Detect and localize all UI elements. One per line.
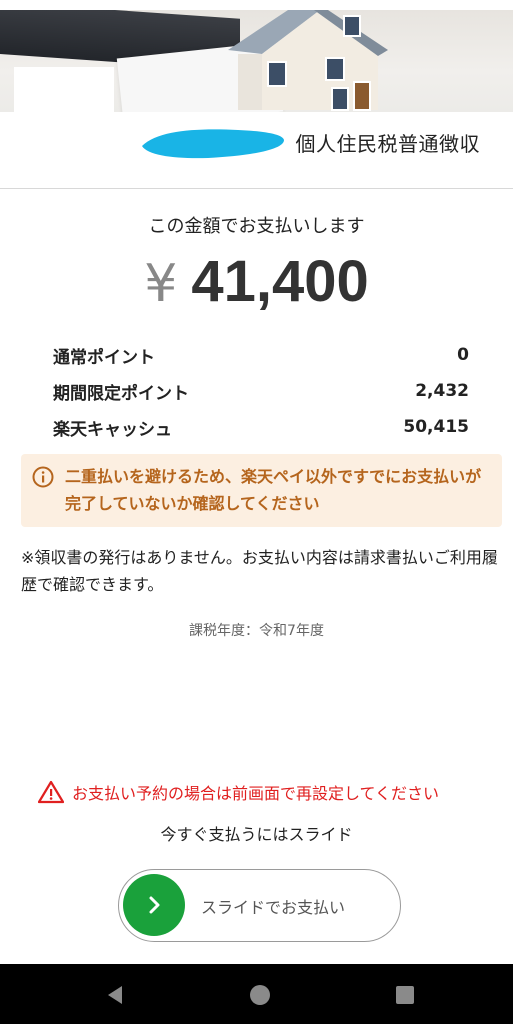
redaction-scribble xyxy=(142,129,284,159)
double-payment-notice: 二重払いを避けるため、楽天ペイ以外ですでにお支払いが完了していないか確認してくだ… xyxy=(21,454,502,527)
point-row-limited: 期間限定ポイント 2,432 xyxy=(53,373,469,409)
system-navigation-bar xyxy=(0,964,513,1024)
point-label: 期間限定ポイント xyxy=(53,383,189,404)
receipt-note: ※領収書の発行はありません。お支払い内容は請求書払いご利用履歴で確認できます。 xyxy=(21,548,498,594)
home-icon[interactable] xyxy=(249,984,271,1006)
reservation-warning: お支払い予約の場合は前画面で再設定してください xyxy=(38,780,498,804)
amount-value: 41,400 xyxy=(191,249,369,314)
point-value: 0 xyxy=(457,345,469,365)
tax-year: 課税年度：令和7年度 xyxy=(189,623,324,639)
title-row: 個人住民税普通徴収 xyxy=(0,112,513,189)
point-row-regular: 通常ポイント 0 xyxy=(53,337,469,373)
recents-icon[interactable] xyxy=(394,984,416,1006)
notice-text: 二重払いを避けるため、楽天ペイ以外ですでにお支払いが完了していないか確認してくだ… xyxy=(65,467,482,513)
point-value: 50,415 xyxy=(403,417,469,437)
point-label: 通常ポイント xyxy=(53,347,155,368)
slider-label: スライドでお支払い xyxy=(201,898,346,917)
status-bar xyxy=(0,0,513,10)
info-icon xyxy=(32,466,54,488)
points-breakdown: 通常ポイント 0 期間限定ポイント 2,432 楽天キャッシュ 50,415 xyxy=(53,337,469,445)
page-title: 個人住民税普通徴収 xyxy=(295,132,480,156)
header-banner-image xyxy=(0,10,513,112)
currency-symbol: ¥ xyxy=(144,254,178,314)
point-value: 2,432 xyxy=(415,381,469,401)
slide-to-pay-slider[interactable]: スライドでお支払い xyxy=(118,869,401,942)
point-row-cash: 楽天キャッシュ 50,415 xyxy=(53,409,469,445)
payment-heading: この金額でお支払いします xyxy=(148,216,365,237)
back-icon[interactable] xyxy=(104,984,126,1006)
payment-confirmation-screen: 個人住民税普通徴収 この金額でお支払いします ¥41,400 通常ポイント 0 … xyxy=(0,0,513,1024)
redacted-white-box xyxy=(14,67,114,112)
slide-hint: 今すぐ支払うにはスライド xyxy=(160,825,353,844)
house-illustration xyxy=(228,10,388,111)
warning-triangle-icon xyxy=(38,780,64,804)
payment-amount: ¥41,400 xyxy=(0,248,513,315)
warning-text: お支払い予約の場合は前画面で再設定してください xyxy=(72,784,440,803)
slider-knob[interactable] xyxy=(123,874,185,936)
chevron-right-icon xyxy=(149,896,160,914)
point-label: 楽天キャッシュ xyxy=(53,419,172,440)
